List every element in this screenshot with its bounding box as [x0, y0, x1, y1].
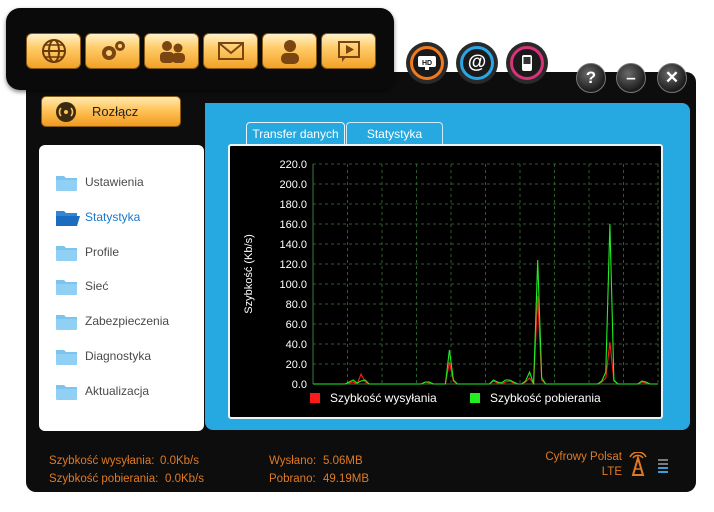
y-tick-label: 20.0 [286, 359, 307, 371]
toolbar-contacts-button[interactable] [144, 33, 199, 69]
legend-label-1: Szybkość pobierania [490, 391, 601, 405]
users-icon [159, 41, 185, 63]
folder-icon [55, 173, 78, 192]
folder-icon [55, 312, 78, 331]
globe-icon [41, 39, 66, 63]
connection-icon [56, 101, 76, 122]
y-tick-label: 120.0 [279, 259, 307, 271]
phone-button[interactable] [506, 42, 548, 84]
disconnect-button[interactable]: Rozłącz [41, 96, 181, 127]
upload-speed-label: Szybkość wysyłania: [49, 455, 155, 467]
toolbar-user-button[interactable] [262, 33, 317, 69]
envelope-icon [217, 42, 244, 60]
y-tick-label: 160.0 [279, 219, 307, 231]
tab-statistics[interactable]: Statystyka [346, 122, 443, 144]
y-tick-label: 140.0 [279, 239, 307, 251]
sidebar-item-label: Profile [85, 245, 120, 259]
legend-swatch-1 [470, 393, 480, 403]
y-tick-label: 60.0 [286, 319, 307, 331]
gears-icon [101, 41, 125, 60]
toolbar-settings-button[interactable] [85, 33, 140, 69]
folder-icon [55, 347, 78, 366]
help-button[interactable]: ? [576, 63, 606, 93]
at-icon: @ [467, 52, 487, 73]
toolbar-media-button[interactable] [321, 33, 376, 69]
sidebar-item[interactable]: Ustawienia [55, 170, 200, 194]
close-icon: ✕ [664, 68, 680, 87]
legend-swatch-0 [310, 393, 320, 403]
y-tick-label: 200.0 [279, 179, 307, 191]
svg-text:HD: HD [422, 60, 432, 67]
sent-label: Wysłano: [269, 455, 317, 467]
help-icon: ? [585, 68, 597, 87]
sidebar-item-label: Ustawienia [85, 175, 144, 189]
toolbar-internet-button[interactable] [26, 33, 81, 69]
folder-icon [55, 382, 78, 401]
received-value: 49.19MB [323, 473, 370, 485]
y-tick-label: 0.0 [292, 379, 307, 391]
email-button[interactable]: @ [456, 42, 498, 84]
folder-icon [55, 243, 78, 262]
tab-transfer[interactable]: Transfer danych [246, 122, 345, 144]
y-tick-label: 100.0 [279, 279, 307, 291]
sidebar: Ustawienia Statystyka Profile Sieć Zabezpiec… [39, 145, 204, 431]
minimize-icon: – [626, 68, 636, 87]
sidebar-item-label: Diagnostyka [85, 349, 152, 363]
chart-canvas: 220.0 200.0 180.0 160.0 140.0 120.0 100.0 80.0 6… [243, 159, 659, 405]
y-tick-label: 180.0 [279, 199, 307, 211]
upload-speed-value: 0.0Kb/s [160, 455, 199, 467]
sidebar-item[interactable]: Statystyka [55, 205, 200, 229]
sidebar-item[interactable]: Profile [55, 240, 200, 264]
y-tick-label: 40.0 [286, 339, 307, 351]
download-speed-value: 0.0Kb/s [165, 473, 204, 485]
sidebar-item-label: Statystyka [85, 210, 141, 224]
y-tick-label: 80.0 [286, 299, 307, 311]
sidebar-item[interactable]: Diagnostyka [55, 344, 200, 368]
operator-name: Cyfrowy Polsat [545, 451, 622, 463]
sidebar-item-label: Zabezpieczenia [85, 314, 170, 328]
received-label: Pobrano: [269, 473, 316, 485]
y-axis-label: Szybkość (Kb/s) [243, 234, 255, 313]
folder-open-icon [55, 208, 80, 227]
network-type: LTE [601, 466, 622, 478]
user-icon [280, 40, 299, 64]
minimize-button[interactable]: – [616, 63, 646, 93]
phone-icon [522, 55, 532, 71]
toolbar-sms-button[interactable] [203, 33, 258, 69]
folder-icon [55, 277, 78, 296]
close-button[interactable]: ✕ [657, 63, 687, 93]
sent-value: 5.06MB [323, 455, 363, 467]
sidebar-item-label: Sieć [85, 279, 109, 293]
sidebar-item-label: Aktualizacja [85, 384, 150, 398]
toolbar-bezel [6, 8, 394, 90]
hd-button[interactable]: HD [406, 42, 448, 84]
signal-strength-icon [658, 459, 668, 473]
legend-label-0: Szybkość wysyłania [330, 391, 437, 405]
sidebar-item[interactable]: Sieć [55, 274, 200, 298]
transfer-chart: 220.0 200.0 180.0 160.0 140.0 120.0 100.0 80.0 6… [228, 144, 663, 419]
hd-icon: HD [418, 56, 436, 70]
download-speed-label: Szybkość pobierania: [49, 473, 159, 485]
disconnect-label: Rozłącz [92, 104, 139, 119]
play-icon [337, 41, 360, 62]
y-tick-label: 220.0 [279, 159, 307, 171]
sidebar-item[interactable]: Aktualizacja [55, 379, 200, 403]
signal-tower-icon [629, 452, 647, 476]
sidebar-item[interactable]: Zabezpieczenia [55, 309, 200, 333]
